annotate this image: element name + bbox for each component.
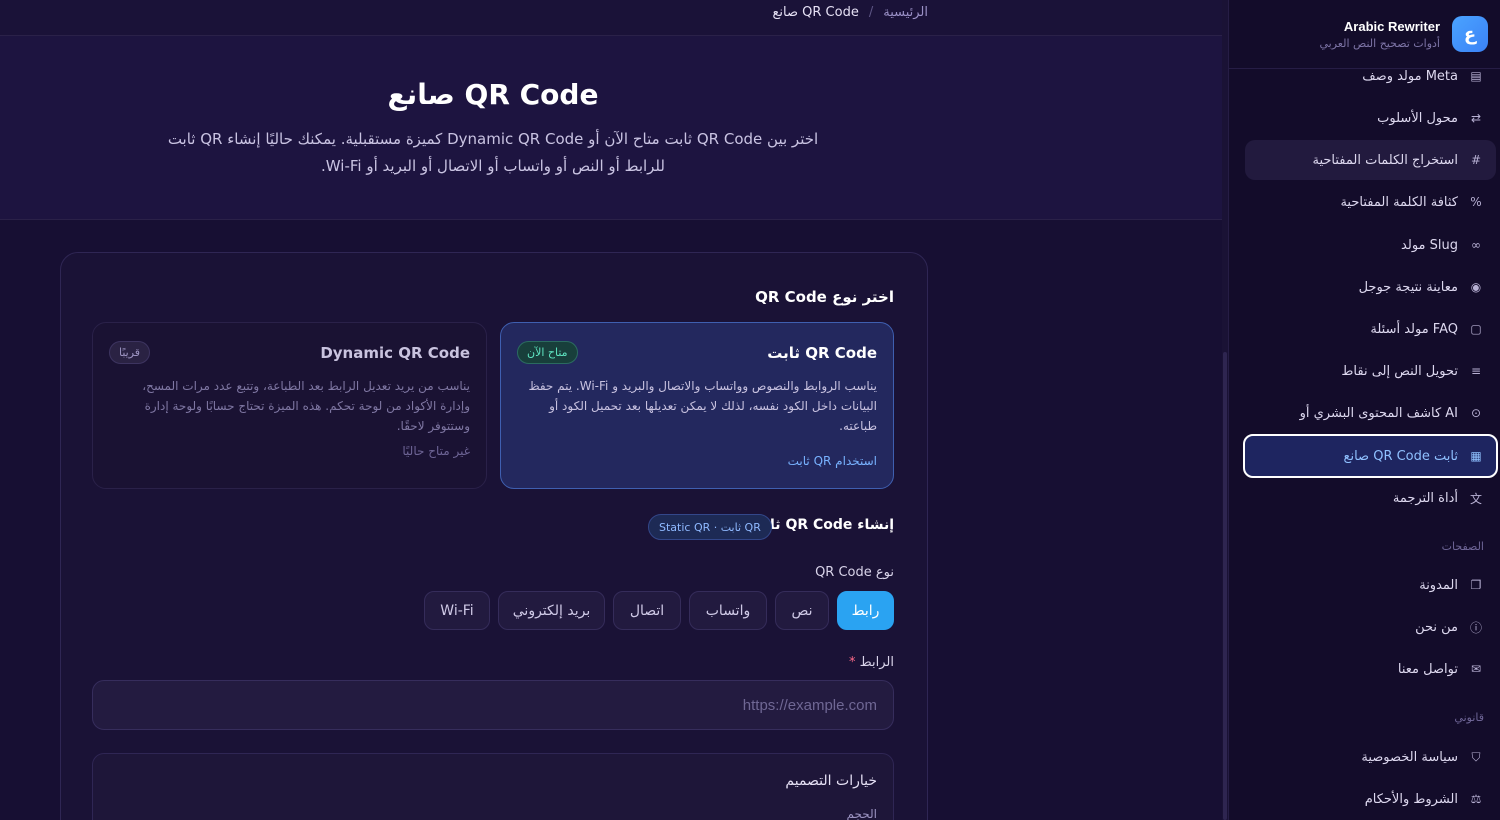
sidebar-item-label: مولد وصف Meta	[1362, 68, 1458, 84]
qr-icon: ▦	[1470, 449, 1482, 463]
scan-icon: ⊙	[1470, 406, 1482, 420]
brand-logo: ع	[1452, 16, 1488, 52]
sidebar-item-label: استخراج الكلمات المفتاحية	[1312, 152, 1458, 168]
dynamic-qr-option: Dynamic QR Code قريبًا يناسب من يريد تعد…	[92, 322, 487, 489]
breadcrumb-home-link[interactable]: الرئيسية	[883, 5, 928, 20]
sidebar-item-faq-generator[interactable]: ▢ مولد أسئلة FAQ	[1245, 309, 1496, 349]
info-icon: ⓘ	[1469, 620, 1482, 635]
sidebar-item-label: المدونة	[1419, 577, 1458, 593]
available-badge: متاح الآن	[517, 341, 578, 364]
dynamic-qr-description: يناسب من يريد تعديل الرابط بعد الطباعة، …	[142, 379, 470, 433]
size-label: الحجم	[846, 807, 877, 820]
sidebar: ع Arabic Rewriter أدوات تصحيح النص العرب…	[1228, 0, 1500, 820]
sidebar-item-label: تواصل معنا	[1397, 661, 1458, 677]
scrollbar-thumb[interactable]	[1223, 352, 1227, 820]
sidebar-item-terms[interactable]: ⚖ الشروط والأحكام	[1245, 779, 1496, 819]
top-bar: الرئيسية / صانع QR Code	[0, 0, 1228, 36]
sidebar-item-label: أداة الترجمة	[1392, 490, 1458, 506]
sidebar-item-label: كثافة الكلمة المفتاحية	[1340, 194, 1458, 210]
legal-section-heading: قانوني	[1454, 711, 1484, 724]
link-icon: ∞	[1471, 238, 1481, 252]
required-marker: *	[849, 655, 856, 670]
pages-section-heading: الصفحات	[1441, 540, 1484, 553]
static-qr-option[interactable]: QR Code ثابت متاح الآن يناسب الروابط وال…	[500, 322, 894, 489]
sidebar-item-meta-description[interactable]: ▤ مولد وصف Meta	[1245, 56, 1496, 96]
sidebar-item-google-preview[interactable]: ◉ معاينة نتيجة جوجل	[1245, 267, 1496, 307]
document-icon: ▤	[1470, 69, 1482, 83]
static-qr-description: يناسب الروابط والنصوص وواتساب والاتصال و…	[528, 379, 877, 433]
type-chip-email[interactable]: بريد إلكتروني	[498, 591, 605, 630]
use-static-qr-link[interactable]: استخدام QR ثابت	[788, 454, 877, 468]
sidebar-item-ai-detector[interactable]: ⊙ كاشف المحتوى البشري أو AI	[1245, 393, 1496, 433]
shield-icon: ⛉	[1471, 749, 1481, 764]
url-label-text: الرابط	[859, 655, 894, 670]
sidebar-item-label: الشروط والأحكام	[1364, 791, 1458, 807]
url-field-label: الرابط *	[849, 655, 894, 670]
message-icon: ▢	[1470, 322, 1482, 336]
sidebar-item-keyword-extraction[interactable]: # استخراج الكلمات المفتاحية	[1245, 140, 1496, 180]
sidebar-item-about[interactable]: ⓘ من نحن	[1245, 607, 1496, 647]
unavailable-label: غير متاح حاليًا	[402, 444, 470, 458]
list-icon: ≡	[1470, 364, 1482, 378]
sidebar-item-label: معاينة نتيجة جوجل	[1358, 279, 1458, 295]
sidebar-item-qr-code[interactable]: ▦ صانع QR Code ثابت	[1243, 434, 1498, 478]
page-description: اختر بين QR Code ثابت متاح الآن أو Dynam…	[167, 130, 819, 175]
sidebar-item-label: تحويل النص إلى نقاط	[1341, 363, 1458, 379]
url-input[interactable]	[92, 680, 894, 730]
dynamic-qr-title: Dynamic QR Code	[320, 343, 470, 362]
page-title: صانع QR Code	[387, 78, 599, 111]
sidebar-item-label: من نحن	[1415, 619, 1458, 635]
sidebar-item-label: صانع QR Code ثابت	[1343, 448, 1458, 464]
sidebar-item-label: سياسة الخصوصية	[1361, 749, 1458, 765]
sidebar-item-translation[interactable]: 文 أداة الترجمة	[1245, 478, 1496, 518]
sidebar-item-privacy[interactable]: ⛉ سياسة الخصوصية	[1245, 737, 1496, 777]
breadcrumb: الرئيسية / صانع QR Code	[772, 5, 928, 20]
sidebar-item-slug-generator[interactable]: ∞ مولد Slug	[1245, 225, 1496, 265]
sidebar-item-text-to-bullets[interactable]: ≡ تحويل النص إلى نقاط	[1245, 351, 1496, 391]
translate-icon: 文	[1469, 491, 1482, 506]
qr-type-label: نوع QR Code	[815, 565, 894, 580]
type-chip-text[interactable]: نص	[775, 591, 829, 630]
design-options-title: خيارات التصميم	[785, 773, 877, 789]
sidebar-item-blog[interactable]: ❐ المدونة	[1245, 565, 1496, 605]
static-qr-badge: QR ثابت · Static QR	[648, 514, 772, 540]
brand-subtitle: أدوات تصحيح النص العربي	[1319, 36, 1440, 50]
sidebar-item-keyword-density[interactable]: % كثافة الكلمة المفتاحية	[1245, 182, 1496, 222]
sidebar-item-label: مولد أسئلة FAQ	[1370, 321, 1458, 337]
percent-icon: %	[1470, 195, 1482, 209]
type-chip-call[interactable]: اتصال	[613, 591, 681, 630]
sidebar-item-label: كاشف المحتوى البشري أو AI	[1299, 405, 1458, 421]
book-icon: ❐	[1470, 578, 1482, 592]
repeat-icon: ⇄	[1470, 111, 1482, 125]
brand-name: Arabic Rewriter	[1343, 18, 1440, 34]
sidebar-item-label: مولد Slug	[1401, 237, 1458, 253]
breadcrumb-current: صانع QR Code	[772, 5, 859, 20]
scale-icon: ⚖	[1470, 792, 1482, 806]
sidebar-item-label: محول الأسلوب	[1377, 110, 1458, 126]
hash-icon: #	[1470, 153, 1482, 167]
static-qr-title: QR Code ثابت	[767, 343, 877, 362]
hero-section: صانع QR Code اختر بين QR Code ثابت متاح …	[0, 36, 1228, 220]
type-chip-wifi[interactable]: Wi-Fi	[424, 591, 490, 630]
type-chip-link[interactable]: رابط	[837, 591, 894, 630]
coming-soon-badge: قريبًا	[109, 341, 151, 364]
sidebar-item-contact[interactable]: ✉ تواصل معنا	[1245, 649, 1496, 689]
design-options-panel: خيارات التصميم الحجم	[92, 753, 894, 820]
choose-type-title: اختر نوع QR Code	[755, 288, 894, 306]
type-chip-whatsapp[interactable]: واتساب	[689, 591, 767, 630]
mail-icon: ✉	[1470, 662, 1482, 676]
sidebar-item-style-converter[interactable]: ⇄ محول الأسلوب	[1245, 98, 1496, 138]
eye-icon: ◉	[1470, 280, 1482, 294]
breadcrumb-separator: /	[868, 5, 874, 20]
